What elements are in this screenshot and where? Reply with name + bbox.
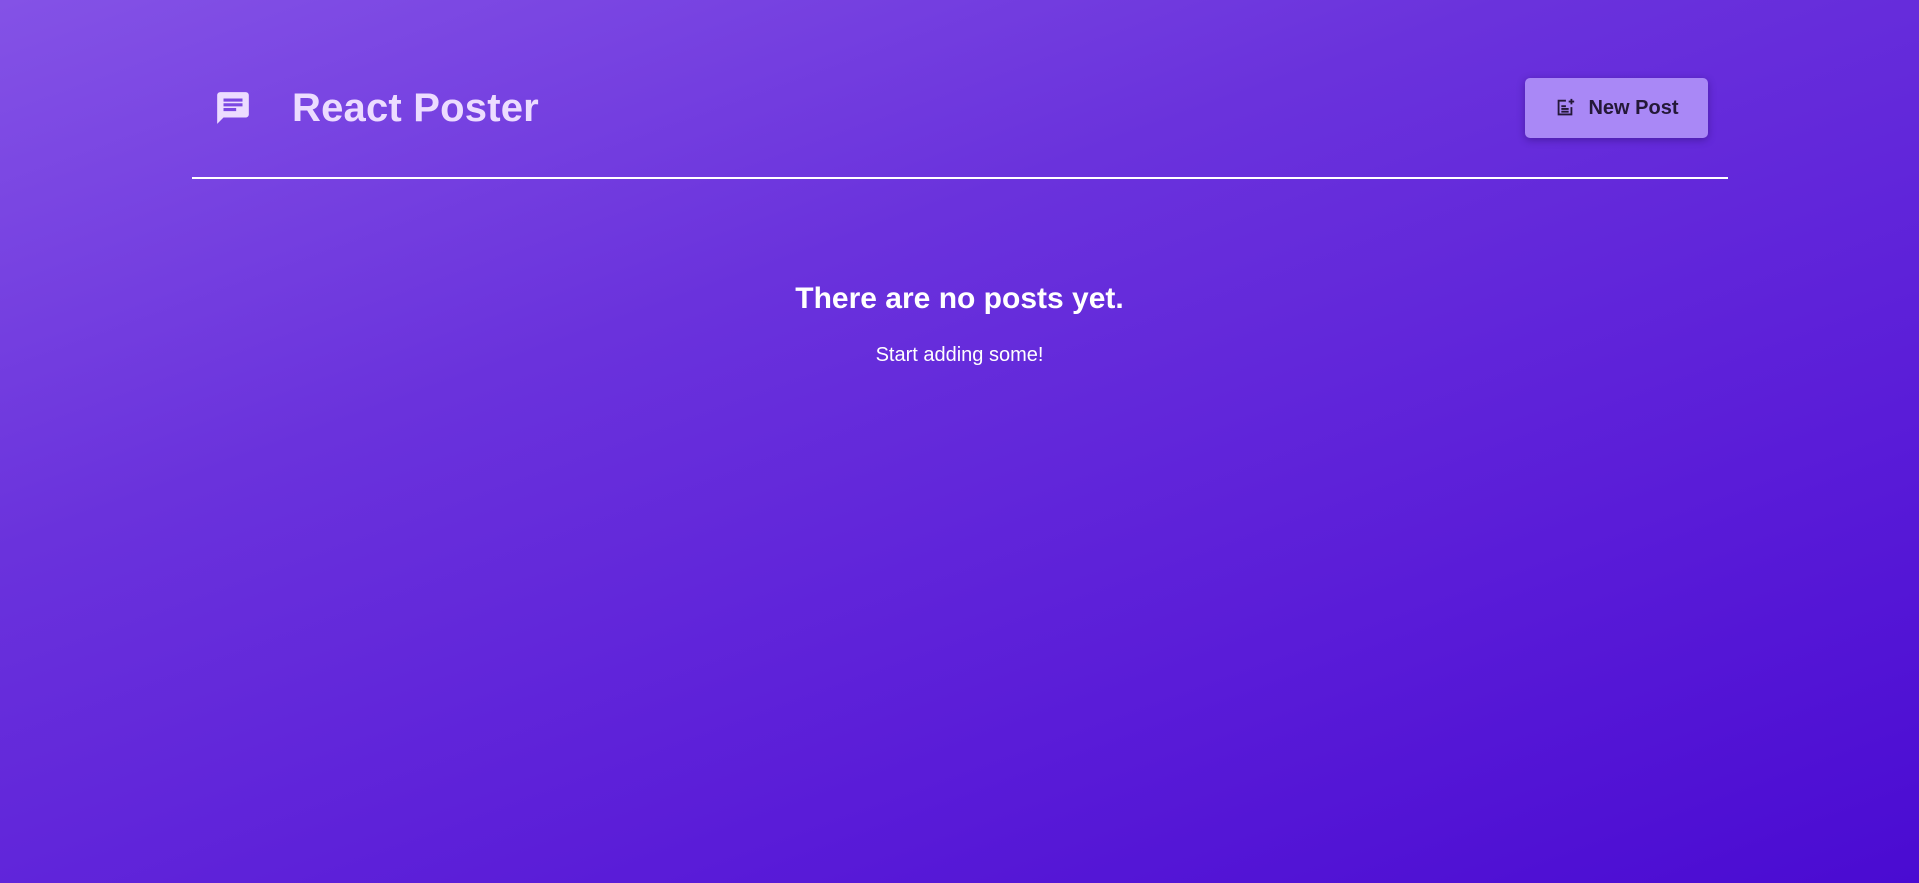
empty-state-subtitle: Start adding some! — [875, 344, 1044, 366]
new-post-button[interactable]: New Post — [1525, 78, 1708, 138]
new-post-label: New Post — [1588, 96, 1679, 119]
empty-state: There are no posts yet. Start adding som… — [0, 278, 1919, 368]
message-icon — [214, 89, 252, 127]
logo: React Poster — [214, 82, 539, 134]
app-header: React Poster New Post — [192, 0, 1728, 179]
app-title: React Poster — [292, 86, 539, 130]
note-add-icon — [1554, 97, 1576, 119]
empty-state-title: There are no posts yet. — [795, 282, 1124, 315]
